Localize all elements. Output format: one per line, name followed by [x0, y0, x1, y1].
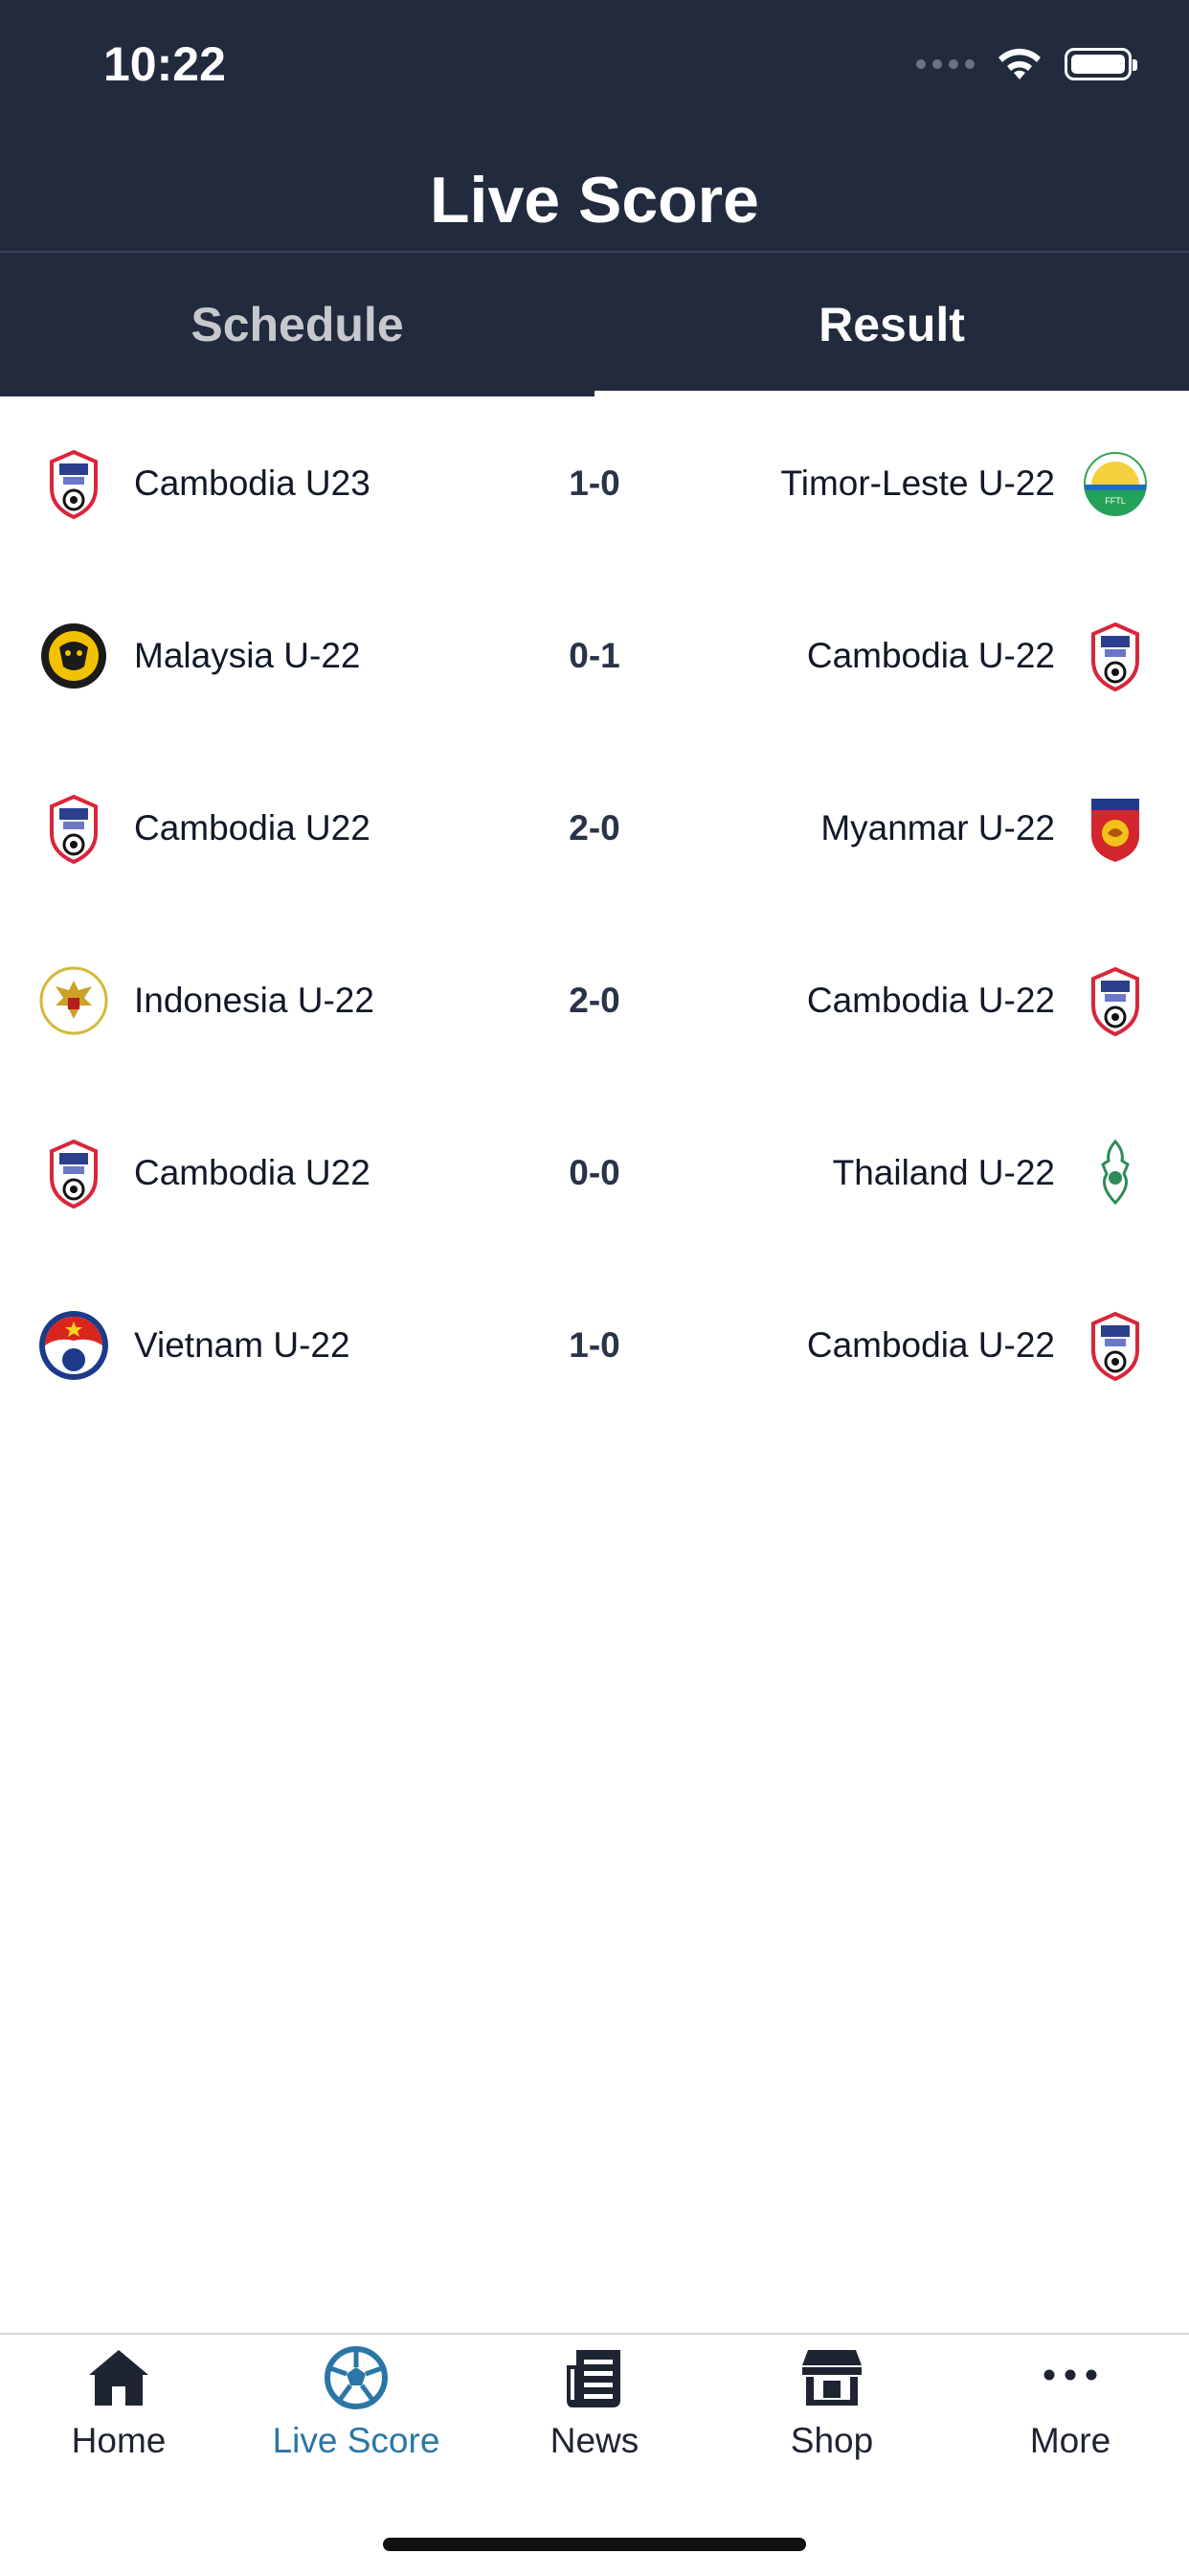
match-row[interactable]: Cambodia U23 1-0 Timor-Leste U-22 FFTL	[0, 397, 1189, 570]
match-row[interactable]: Indonesia U-22 2-0 Cambodia U-22	[0, 915, 1189, 1087]
home-team-name: Malaysia U-22	[134, 636, 361, 675]
myanmar-crest-icon	[1078, 791, 1153, 866]
away-team: Cambodia U-22	[807, 570, 1153, 742]
match-score: 0-0	[569, 1153, 620, 1192]
away-team: Cambodia U-22	[807, 915, 1153, 1087]
away-team: Myanmar U-22	[820, 742, 1153, 915]
match-score: 2-0	[569, 981, 620, 1020]
away-team-name: Myanmar U-22	[820, 808, 1055, 847]
home-team: Cambodia U22	[36, 742, 370, 915]
match-score: 1-0	[569, 463, 620, 503]
cellular-signal-icon	[916, 59, 975, 69]
soccer-ball-icon	[323, 2344, 390, 2411]
away-team-name: Thailand U-22	[832, 1153, 1055, 1192]
tab-result[interactable]: Result	[594, 253, 1189, 396]
home-team: Vietnam U-22	[36, 1259, 350, 1432]
home-team-name: Cambodia U22	[134, 1153, 370, 1192]
cambodia-crest-icon	[1078, 619, 1153, 693]
match-score: 1-0	[569, 1325, 620, 1365]
cambodia-crest-icon	[1078, 963, 1153, 1038]
house-icon	[85, 2344, 152, 2411]
nav-news-label: News	[550, 2421, 639, 2460]
status-indicators	[916, 42, 1137, 86]
nav-news[interactable]: News	[476, 2335, 713, 2497]
cambodia-crest-icon	[1078, 1308, 1153, 1383]
storefront-icon	[798, 2344, 865, 2411]
match-score: 2-0	[569, 808, 620, 847]
nav-home-label: Home	[71, 2421, 167, 2460]
timor-leste-crest-icon: FFTL	[1078, 446, 1153, 521]
nav-live-score[interactable]: Live Score	[237, 2335, 475, 2497]
ellipsis-icon	[1037, 2344, 1104, 2411]
wifi-icon	[998, 48, 1041, 79]
home-team: Malaysia U-22	[36, 570, 360, 742]
match-row[interactable]: Vietnam U-22 1-0 Cambodia U-22	[0, 1259, 1189, 1432]
nav-more[interactable]: More	[952, 2335, 1189, 2497]
away-team-name: Cambodia U-22	[806, 636, 1055, 675]
vietnam-crest-icon	[36, 1308, 111, 1383]
match-row[interactable]: Cambodia U22 0-0 Thailand U-22	[0, 1087, 1189, 1259]
tab-schedule[interactable]: Schedule	[0, 253, 594, 396]
home-team-name: Cambodia U23	[134, 463, 370, 503]
away-team-name: Cambodia U-22	[806, 1325, 1055, 1365]
tab-bar: Schedule Result	[0, 253, 1189, 396]
away-team-name: Cambodia U-22	[806, 981, 1055, 1020]
home-team: Cambodia U23	[36, 397, 370, 570]
cambodia-crest-icon	[36, 1136, 111, 1210]
battery-icon	[1065, 48, 1137, 80]
page-title: Live Score	[430, 164, 759, 237]
indonesia-crest-icon	[36, 963, 111, 1038]
away-team: Timor-Leste U-22 FFTL	[781, 397, 1153, 570]
match-score: 0-1	[569, 636, 620, 675]
nav-live-score-label: Live Score	[272, 2421, 440, 2460]
away-team: Cambodia U-22	[807, 1259, 1153, 1432]
nav-shop[interactable]: Shop	[713, 2335, 951, 2497]
nav-shop-label: Shop	[790, 2421, 874, 2460]
svg-text:FFTL: FFTL	[1105, 496, 1126, 506]
match-row[interactable]: Cambodia U22 2-0 Myanmar U-22	[0, 742, 1189, 915]
status-time: 10:22	[103, 37, 226, 91]
nav-home[interactable]: Home	[0, 2335, 237, 2497]
nav-more-label: More	[1029, 2421, 1111, 2460]
home-team-name: Indonesia U-22	[134, 981, 374, 1020]
home-team-name: Vietnam U-22	[134, 1325, 350, 1365]
away-team: Thailand U-22	[833, 1087, 1153, 1259]
cambodia-crest-icon	[36, 791, 111, 866]
newspaper-icon	[561, 2344, 628, 2411]
thailand-crest-icon	[1078, 1136, 1153, 1210]
app-header: 10:22 Live Score Schedule Result	[0, 0, 1189, 397]
home-team: Indonesia U-22	[36, 915, 374, 1087]
malaysia-crest-icon	[36, 619, 111, 693]
active-tab-indicator	[594, 391, 1189, 397]
home-team: Cambodia U22	[36, 1087, 370, 1259]
cambodia-crest-icon	[36, 446, 111, 521]
match-row[interactable]: Malaysia U-22 0-1 Cambodia U-22	[0, 570, 1189, 742]
home-indicator	[383, 2538, 806, 2551]
home-team-name: Cambodia U22	[134, 808, 370, 847]
away-team-name: Timor-Leste U-22	[780, 463, 1055, 503]
